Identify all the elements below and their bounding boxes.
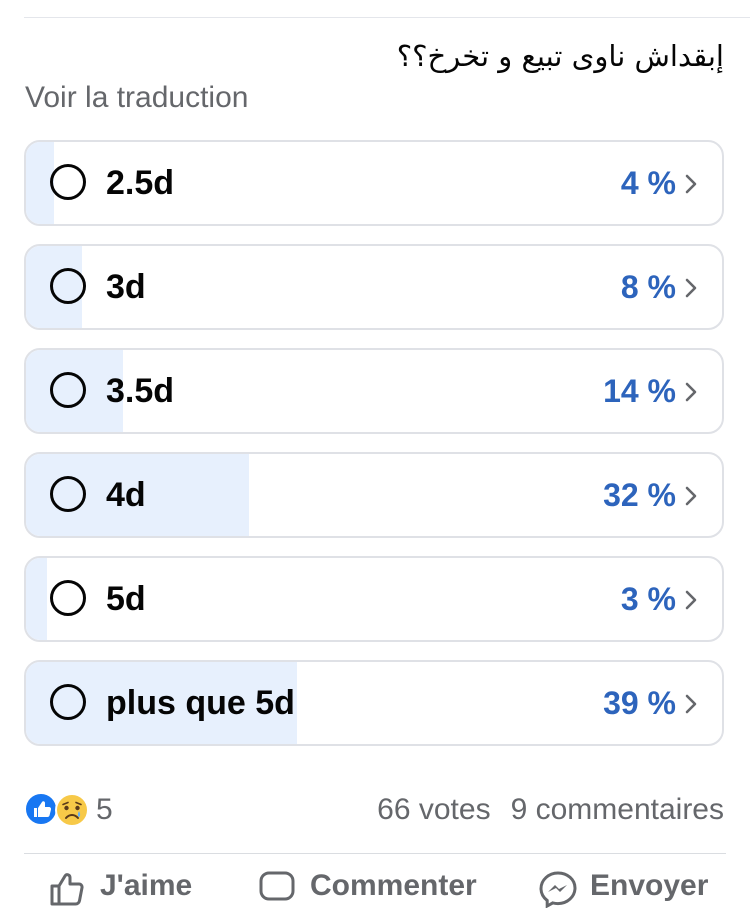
poll-option-result-bar	[26, 558, 47, 640]
chevron-right-icon[interactable]	[684, 589, 698, 611]
chevron-right-icon[interactable]	[684, 381, 698, 403]
chevron-right-icon[interactable]	[684, 173, 698, 195]
poll-option-percent: 4 %	[620, 165, 676, 201]
radio-circle-icon[interactable]	[50, 268, 86, 304]
poll-option-label: 5d	[106, 580, 146, 618]
poll-option[interactable]: 2.5d 4 %	[24, 140, 724, 226]
comment-icon	[259, 871, 295, 901]
poll-option-percent: 32 %	[603, 477, 676, 513]
messenger-icon	[539, 871, 577, 908]
poll-option[interactable]: 3d 8 %	[24, 244, 724, 330]
comments-count[interactable]: 9 commentaires	[511, 793, 724, 826]
like-label: J'aime	[100, 869, 193, 902]
poll-option-label: plus que 5d	[106, 684, 295, 722]
actions-divider	[24, 853, 726, 854]
comment-label: Commenter	[310, 869, 477, 902]
radio-circle-icon[interactable]	[50, 580, 86, 616]
top-divider	[24, 17, 750, 18]
chevron-right-icon[interactable]	[684, 693, 698, 715]
poll-option[interactable]: 4d 32 %	[24, 452, 724, 538]
votes-count[interactable]: 66 votes	[377, 793, 490, 826]
send-label: Envoyer	[590, 869, 709, 902]
poll-option-label: 2.5d	[106, 164, 175, 202]
poll-question: إبقداش ناوى تبيع و تخرخ؟؟	[396, 39, 724, 73]
poll-option-percent: 14 %	[603, 373, 676, 409]
poll-option-percent: 39 %	[603, 685, 676, 721]
radio-circle-icon[interactable]	[50, 372, 86, 408]
radio-circle-icon[interactable]	[50, 684, 86, 720]
post-stats: 66 votes 9 commentaires	[377, 792, 724, 828]
sad-reaction-icon	[54, 792, 90, 828]
poll-option-percent: 3 %	[620, 581, 676, 617]
poll-option-label: 3.5d	[106, 372, 175, 410]
poll-option-label: 4d	[106, 476, 146, 514]
radio-circle-icon[interactable]	[50, 476, 86, 512]
radio-circle-icon[interactable]	[50, 164, 86, 200]
poll-option[interactable]: plus que 5d 39 %	[24, 660, 724, 746]
poll-option-label: 3d	[106, 268, 146, 306]
post-actions: J'aime Commenter Envoyer	[0, 866, 750, 908]
chevron-right-icon[interactable]	[684, 485, 698, 507]
poll-option[interactable]: 3.5d 14 %	[24, 348, 724, 434]
poll-option-percent: 8 %	[620, 269, 676, 305]
thumbs-up-icon	[50, 873, 84, 906]
see-translation-link[interactable]: Voir la traduction	[25, 78, 248, 118]
poll-option[interactable]: 5d 3 %	[24, 556, 724, 642]
like-reaction-icon	[24, 792, 58, 826]
chevron-right-icon[interactable]	[684, 277, 698, 299]
reaction-count[interactable]: 5	[96, 792, 113, 828]
